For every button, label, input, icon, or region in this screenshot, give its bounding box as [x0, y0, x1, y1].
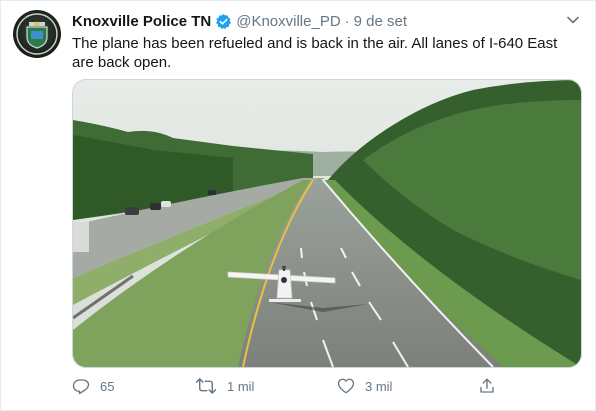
- reply-button[interactable]: 65: [72, 375, 114, 397]
- retweet-button[interactable]: 1 mil: [195, 375, 254, 397]
- tweet-text: The plane has been refueled and is back …: [72, 35, 558, 71]
- like-button[interactable]: 3 mil: [337, 375, 392, 397]
- avatar[interactable]: [13, 10, 61, 58]
- header-separator: ·: [344, 12, 350, 30]
- verified-badge-icon: [215, 13, 232, 30]
- like-count: 3 mil: [365, 378, 393, 394]
- chevron-down-icon[interactable]: [564, 11, 582, 29]
- share-button[interactable]: [478, 375, 496, 397]
- tweet-date[interactable]: 9 de set: [354, 13, 407, 30]
- retweet-icon: [195, 378, 217, 394]
- tweet-header: Knoxville Police TN @Knoxville_PD · 9 de…: [72, 11, 407, 31]
- author-name[interactable]: Knoxville Police TN: [72, 13, 211, 30]
- author-handle[interactable]: @Knoxville_PD: [236, 13, 340, 30]
- reply-icon: [72, 379, 90, 395]
- like-icon: [337, 378, 355, 394]
- tweet-photo[interactable]: [72, 79, 582, 368]
- retweet-count: 1 mil: [227, 378, 255, 394]
- tweet-actions: 65 1 mil 3 mil: [72, 375, 502, 397]
- share-icon: [480, 378, 494, 393]
- reply-count: 65: [100, 378, 115, 394]
- tweet-card[interactable]: Knoxville Police TN @Knoxville_PD · 9 de…: [0, 0, 596, 411]
